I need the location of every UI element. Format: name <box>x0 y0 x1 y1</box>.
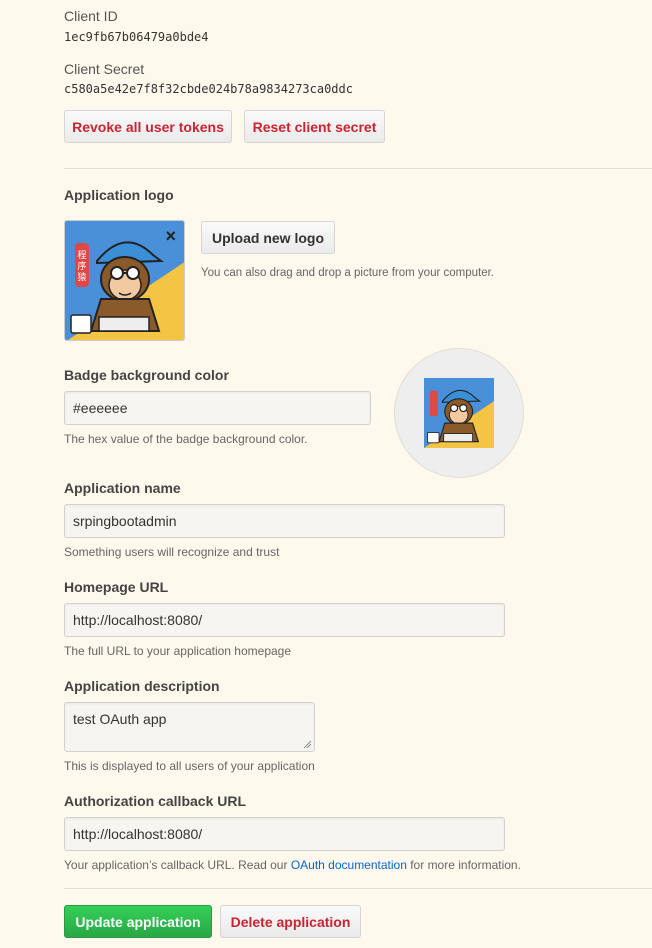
resize-grip-icon[interactable] <box>303 740 312 749</box>
app-name-input[interactable]: srpingbootadmin <box>64 504 505 538</box>
client-secret-value: c580a5e42e7f8f32cbde024b78a9834273ca0ddc <box>64 82 353 96</box>
callback-url-input[interactable]: http://localhost:8080/ <box>64 817 505 851</box>
badge-color-label: Badge background color <box>64 367 229 383</box>
callback-url-hint: Your application’s callback URL. Read ou… <box>64 858 521 872</box>
upload-logo-button[interactable]: Upload new logo <box>201 221 335 254</box>
app-logo-image: 程 序 猿 × <box>64 220 185 341</box>
app-description-label: Application description <box>64 678 220 694</box>
badge-preview <box>394 348 524 478</box>
callback-url-label: Authorization callback URL <box>64 793 247 809</box>
callback-hint-suffix: for more information. <box>406 858 521 872</box>
client-id-value: 1ec9fb67b06479a0bde4 <box>64 30 209 44</box>
app-name-hint: Something users will recognize and trust <box>64 545 280 559</box>
app-description-value: test OAuth app <box>73 711 167 727</box>
badge-color-hint: The hex value of the badge background co… <box>64 432 308 446</box>
app-description-textarea[interactable]: test OAuth app <box>64 702 315 752</box>
svg-text:序: 序 <box>77 260 86 272</box>
section-divider <box>64 168 652 169</box>
app-name-label: Application name <box>64 480 181 496</box>
svg-text:猿: 猿 <box>77 271 86 283</box>
callback-hint-prefix: Your application’s callback URL. Read ou… <box>64 858 291 872</box>
badge-logo-icon <box>424 378 494 448</box>
remove-logo-icon[interactable]: × <box>165 227 176 245</box>
client-id-label: Client ID <box>64 8 118 24</box>
homepage-url-input[interactable]: http://localhost:8080/ <box>64 603 505 637</box>
oauth-documentation-link[interactable]: OAuth documentation <box>291 858 407 872</box>
svg-text:程: 程 <box>77 250 86 261</box>
homepage-url-label: Homepage URL <box>64 579 169 595</box>
upload-hint: You can also drag and drop a picture fro… <box>201 267 494 279</box>
update-application-button[interactable]: Update application <box>64 905 212 938</box>
homepage-url-hint: The full URL to your application homepag… <box>64 644 292 658</box>
logo-section-label: Application logo <box>64 187 174 203</box>
reset-secret-button[interactable]: Reset client secret <box>244 110 385 143</box>
badge-color-input[interactable]: #eeeeee <box>64 391 371 425</box>
app-description-hint: This is displayed to all users of your a… <box>64 759 315 773</box>
revoke-tokens-button[interactable]: Revoke all user tokens <box>64 110 232 143</box>
delete-application-button[interactable]: Delete application <box>220 905 361 938</box>
client-secret-label: Client Secret <box>64 61 145 77</box>
actions-divider <box>64 888 652 889</box>
